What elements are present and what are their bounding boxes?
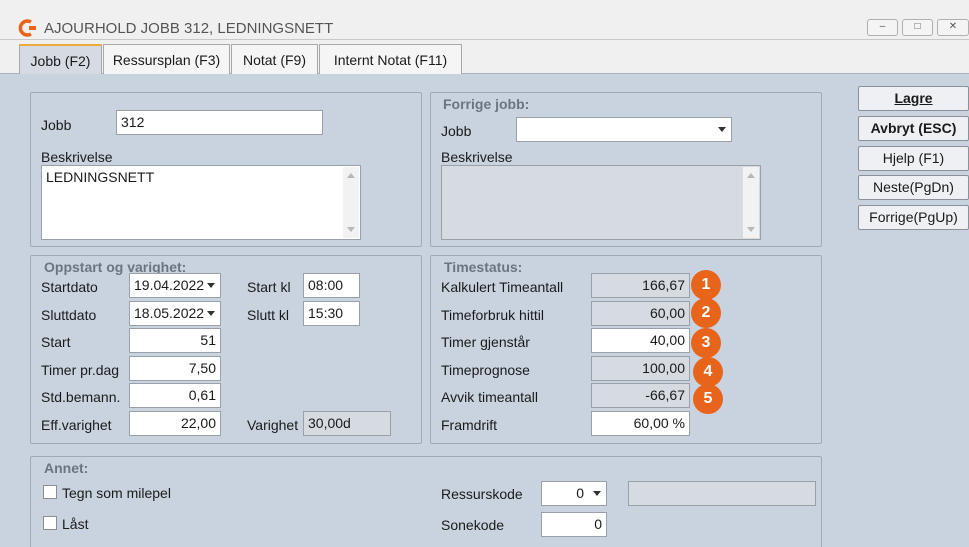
callout-badge-3: 3	[691, 328, 721, 358]
startdato-value: 19.04.2022	[134, 277, 205, 293]
avvik-timeantall-label: Avvik timeantall	[441, 389, 539, 405]
close-button[interactable]: ✕	[937, 19, 969, 36]
minimize-icon: –	[879, 21, 886, 32]
chevron-down-icon	[207, 283, 215, 288]
std-bemann-field[interactable]: 0,61	[129, 383, 221, 408]
minimize-button[interactable]: –	[867, 19, 898, 36]
chevron-down-icon	[718, 127, 726, 132]
startdato-dropdown[interactable]: 19.04.2022	[129, 273, 221, 298]
close-icon: ✕	[948, 21, 958, 32]
lagre-label: Lagre	[894, 90, 933, 106]
job-number-field[interactable]: 312	[116, 110, 323, 135]
start-kl-field[interactable]: 08:00	[303, 273, 360, 298]
eff-varighet-field[interactable]: 22,00	[129, 411, 221, 436]
app-logo-icon	[18, 19, 36, 37]
sonekode-field[interactable]: 0	[541, 512, 607, 537]
laast-checkbox[interactable]	[43, 516, 57, 530]
description-text: LEDNINGSNETT	[46, 169, 155, 185]
kalkulert-timeantall-field: 166,67	[591, 273, 690, 298]
timeforbruk-field: 60,00	[591, 301, 690, 326]
previous-description-scrollbar[interactable]	[743, 167, 759, 238]
forrige-button[interactable]: Forrige(PgUp)	[858, 205, 969, 230]
timeprognose-field: 100,00	[591, 356, 690, 381]
slutt-kl-label: Slutt kl	[247, 307, 290, 323]
milepel-checkbox[interactable]	[43, 485, 57, 499]
varighet-field: 30,00d	[303, 411, 391, 436]
timeprognose-label: Timeprognose	[441, 362, 530, 378]
previous-job-dropdown[interactable]	[516, 117, 732, 142]
callout-badge-1: 1	[691, 270, 721, 300]
sonekode-label: Sonekode	[441, 517, 505, 533]
timestatus-legend: Timestatus:	[444, 259, 523, 275]
scroll-up-icon	[347, 173, 355, 178]
sluttdato-label: Sluttdato	[41, 307, 97, 323]
scroll-down-icon	[347, 227, 355, 232]
avvik-timeantall-field: -66,67	[591, 383, 690, 408]
ressurskode-value: 0	[576, 485, 584, 501]
slutt-kl-field[interactable]: 15:30	[303, 301, 360, 326]
other-legend: Annet:	[44, 460, 89, 476]
previous-description-label: Beskrivelse	[441, 149, 513, 165]
maximize-button[interactable]: □	[902, 19, 933, 36]
scroll-up-icon	[747, 173, 755, 178]
timer-pr-dag-field[interactable]: 7,50	[129, 356, 221, 381]
callout-badge-5: 5	[693, 384, 723, 414]
previous-job-legend: Forrige jobb:	[443, 96, 530, 112]
description-textarea[interactable]: LEDNINGSNETT	[41, 165, 361, 240]
laast-label: Låst	[62, 516, 89, 532]
window-title: AJOURHOLD JOBB 312, LEDNINGSNETT	[44, 20, 334, 37]
callout-badge-2: 2	[691, 298, 721, 328]
sluttdato-dropdown[interactable]: 18.05.2022	[129, 301, 221, 326]
framdrift-field[interactable]: 60,00 %	[591, 411, 690, 436]
start-kl-label: Start kl	[247, 279, 291, 295]
hjelp-button[interactable]: Hjelp (F1)	[858, 146, 969, 171]
lagre-button[interactable]: Lagre	[858, 86, 969, 111]
eff-varighet-label: Eff.varighet	[41, 417, 112, 433]
ressurskode-dropdown[interactable]: 0	[541, 481, 607, 506]
avbryt-button[interactable]: Avbryt (ESC)	[858, 116, 969, 141]
previous-description-textarea[interactable]	[441, 165, 761, 240]
description-scrollbar[interactable]	[343, 167, 359, 238]
tab-notat[interactable]: Notat (F9)	[231, 44, 318, 74]
scroll-down-icon	[747, 227, 755, 232]
tab-ressursplan[interactable]: Ressursplan (F3)	[103, 44, 230, 74]
milepel-label: Tegn som milepel	[62, 485, 171, 501]
tab-jobb[interactable]: Jobb (F2)	[19, 44, 102, 75]
varighet-label: Varighet	[247, 417, 299, 433]
kalkulert-timeantall-label: Kalkulert Timeantall	[441, 279, 564, 295]
maximize-icon: □	[914, 21, 921, 32]
tab-internt-notat[interactable]: Internt Notat (F11)	[319, 44, 462, 74]
timeforbruk-label: Timeforbruk hittil	[441, 307, 544, 323]
callout-badge-4: 4	[693, 357, 723, 387]
std-bemann-label: Std.bemann.	[41, 389, 121, 405]
framdrift-label: Framdrift	[441, 417, 497, 433]
start-field[interactable]: 51	[129, 328, 221, 353]
sluttdato-value: 18.05.2022	[134, 305, 205, 321]
startdato-label: Startdato	[41, 279, 98, 295]
ressurskode-description	[628, 481, 816, 506]
chevron-down-icon	[593, 491, 601, 496]
previous-job-label: Jobb	[441, 123, 472, 139]
timer-gjenstar-label: Timer gjenstår	[441, 334, 530, 350]
job-label: Jobb	[41, 117, 72, 133]
start-label: Start	[41, 334, 71, 350]
timer-gjenstar-field[interactable]: 40,00	[591, 328, 690, 353]
ressurskode-label: Ressurskode	[441, 486, 523, 502]
neste-button[interactable]: Neste(PgDn)	[858, 175, 969, 200]
timer-pr-dag-label: Timer pr.dag	[41, 362, 120, 378]
chevron-down-icon	[207, 311, 215, 316]
description-label: Beskrivelse	[41, 149, 113, 165]
